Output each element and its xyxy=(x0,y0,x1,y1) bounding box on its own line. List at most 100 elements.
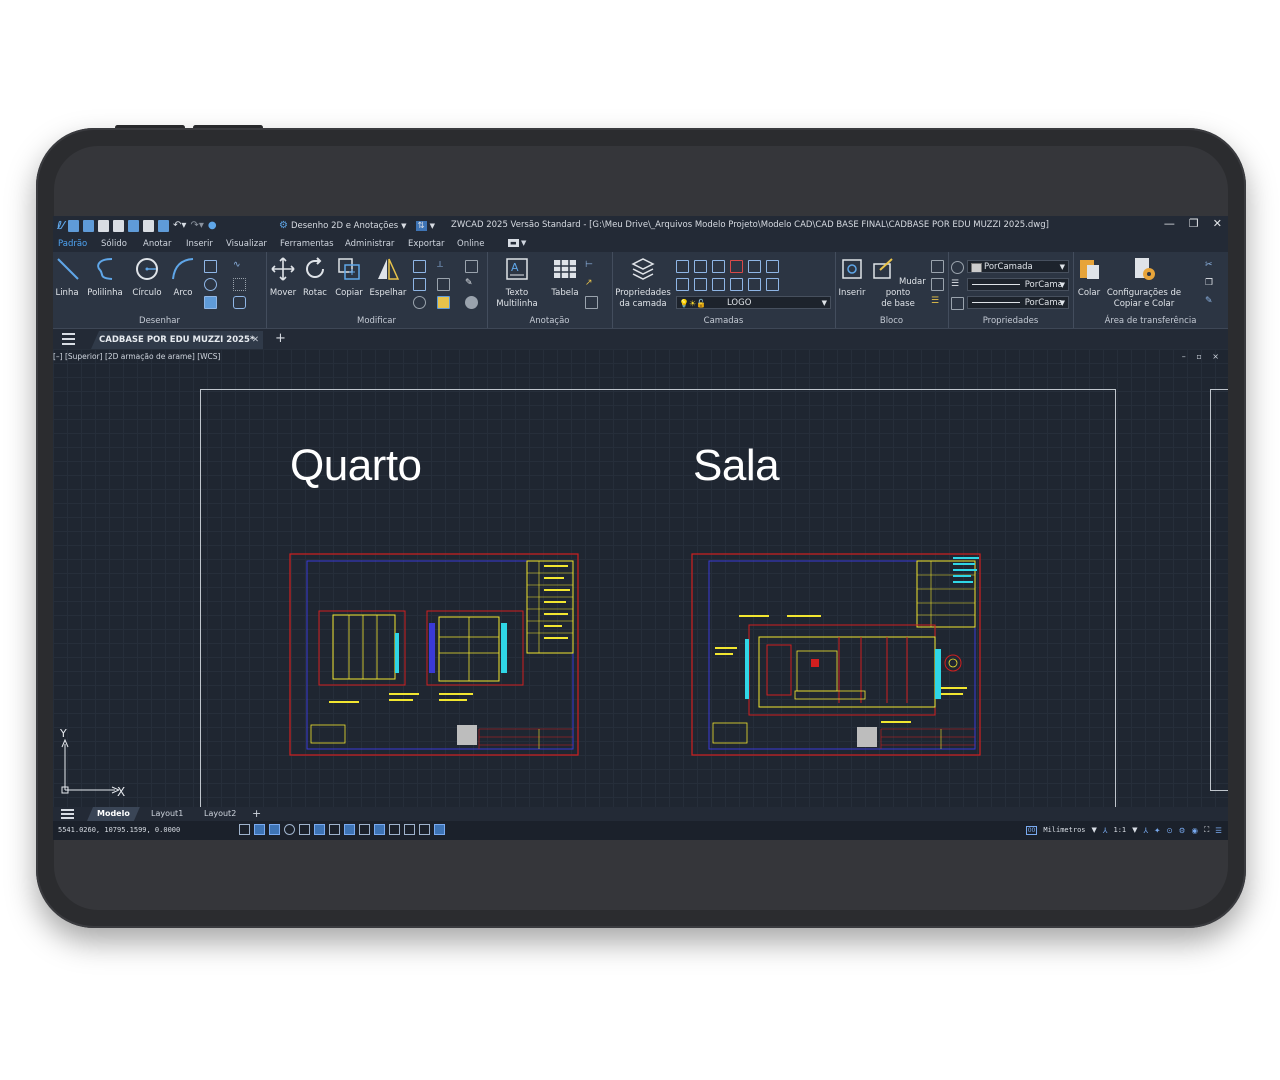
markup-icon[interactable] xyxy=(585,296,598,309)
plot-preview-icon[interactable] xyxy=(158,219,170,232)
region-icon[interactable] xyxy=(233,296,246,309)
rectangle-icon[interactable] xyxy=(204,260,217,273)
layer-tool-icon[interactable] xyxy=(694,278,707,291)
customize-toolbar-icon[interactable]: ▼ xyxy=(430,222,435,230)
cut-icon[interactable]: ✂ xyxy=(1205,260,1216,271)
units-icon[interactable]: 00 xyxy=(1025,825,1038,835)
publish-icon[interactable] xyxy=(128,219,140,232)
offset-icon[interactable] xyxy=(413,296,426,309)
paste-tool[interactable]: Colar xyxy=(1075,256,1103,299)
ribbon-options-icon[interactable]: ▬ xyxy=(508,239,519,247)
snap-toggle-icon[interactable] xyxy=(254,824,265,835)
gear-icon[interactable]: ⚙ xyxy=(1179,826,1186,835)
scale-icon[interactable] xyxy=(413,278,426,291)
isolate-icon[interactable]: ◉ xyxy=(1191,826,1198,835)
workspace-icon[interactable]: ✦ xyxy=(1154,826,1160,835)
fillet-icon[interactable] xyxy=(437,278,450,291)
change-base-point-tool[interactable]: Mudar ponto de base xyxy=(869,256,927,310)
units-selector[interactable]: Milímetros xyxy=(1043,826,1085,834)
tab-online[interactable]: Online xyxy=(457,239,484,249)
table-tool[interactable]: Tabela xyxy=(549,256,581,299)
menu-icon[interactable] xyxy=(61,809,74,819)
color-dropdown[interactable]: PorCamada ▼ xyxy=(967,260,1069,273)
trim-icon[interactable]: ⟂ xyxy=(437,260,448,271)
layer-tool-icon[interactable] xyxy=(730,260,743,273)
workspace-selector[interactable]: ⚙ Desenho 2D e Anotações ▼ ⇅ ▼ xyxy=(279,220,435,231)
add-layout-button[interactable]: + xyxy=(252,807,261,820)
chevron-down-icon[interactable]: ▼ xyxy=(1132,826,1137,834)
tab-visualizar[interactable]: Visualizar xyxy=(226,239,267,249)
quick-properties-icon[interactable] xyxy=(389,824,400,835)
circle-tool[interactable]: Círculo xyxy=(131,256,163,299)
viewport-controls[interactable]: – ▫ × xyxy=(1182,352,1223,361)
new-tab-button[interactable]: + xyxy=(275,331,286,346)
tab-inserir[interactable]: Inserir xyxy=(186,239,213,249)
explode-icon[interactable] xyxy=(465,296,478,309)
dynamic-input-icon[interactable] xyxy=(344,824,355,835)
lineweight-dropdown[interactable]: PorCama ▼ xyxy=(967,296,1069,309)
tab-solido[interactable]: Sólido xyxy=(101,239,127,249)
globe-icon[interactable]: ● xyxy=(208,220,217,231)
match-icon[interactable]: ✎ xyxy=(1205,296,1216,307)
selection-cycling-icon[interactable] xyxy=(404,824,415,835)
move-tool[interactable]: Mover xyxy=(268,256,298,299)
layer-dropdown[interactable]: 💡☀🔓 LOGO ▼ xyxy=(676,296,831,309)
tab-anotar[interactable]: Anotar xyxy=(143,239,171,249)
copy-tool[interactable]: Copiar xyxy=(334,256,364,299)
close-icon[interactable]: ✕ xyxy=(252,331,259,349)
sala-drawing-sheet[interactable] xyxy=(691,553,983,757)
drawing-viewport[interactable]: [–] [Superior] [2D armação de arame] [WC… xyxy=(53,349,1228,816)
layer-tool-icon[interactable] xyxy=(730,278,743,291)
attribute-list-icon[interactable]: ☰ xyxy=(931,296,942,307)
dynamic-ucs-icon[interactable] xyxy=(329,824,340,835)
tab-layout1[interactable]: Layout1 xyxy=(151,809,183,818)
annotation-scale[interactable]: 1:1 xyxy=(1114,826,1127,834)
close-button[interactable]: ✕ xyxy=(1213,217,1222,230)
insert-block-tool[interactable]: Inserir xyxy=(837,256,867,299)
layer-tool-icon[interactable] xyxy=(712,260,725,273)
print-icon[interactable] xyxy=(143,219,155,232)
point-icon[interactable] xyxy=(233,278,246,291)
model-space-icon[interactable] xyxy=(434,824,445,835)
document-tab[interactable]: CADBASE POR EDU MUZZI 2025* ✕ xyxy=(91,331,263,349)
linetype-dropdown[interactable]: PorCama ▼ xyxy=(967,278,1069,291)
undo-icon[interactable]: ↶▾ xyxy=(173,220,186,231)
block-editor-icon[interactable] xyxy=(931,260,944,273)
tab-padrao[interactable]: Padrão xyxy=(58,239,87,249)
ellipse-icon[interactable] xyxy=(204,278,217,291)
mirror-tool[interactable]: Espelhar xyxy=(369,256,407,299)
layer-tool-icon[interactable] xyxy=(748,260,761,273)
tab-ferramentas[interactable]: Ferramentas xyxy=(280,239,334,249)
tab-modelo[interactable]: Modelo xyxy=(87,807,140,821)
leader-icon[interactable]: ↗ xyxy=(585,278,596,289)
array-icon[interactable] xyxy=(437,296,450,309)
fullscreen-icon[interactable]: ⛶ xyxy=(1204,825,1209,835)
stretch-icon[interactable] xyxy=(413,260,426,273)
save-as-icon[interactable] xyxy=(113,219,125,232)
layer-tool-icon[interactable] xyxy=(766,260,779,273)
annotation-visibility-icon[interactable]: ⅄ xyxy=(1144,826,1149,835)
erase-icon[interactable]: ✎ xyxy=(465,278,476,289)
ortho-toggle-icon[interactable] xyxy=(269,824,280,835)
tab-administrar[interactable]: Administrar xyxy=(345,239,394,249)
customize-menu-icon[interactable]: ☰ xyxy=(1215,826,1222,835)
grid-toggle-icon[interactable] xyxy=(239,824,250,835)
app-logo-icon[interactable]: ℓ⁄ xyxy=(57,219,64,232)
polar-toggle-icon[interactable] xyxy=(284,824,295,835)
hatch-icon[interactable] xyxy=(204,296,217,309)
panel-title-propriedades[interactable]: Propriedades xyxy=(948,316,1073,326)
panel-title-desenhar[interactable]: Desenhar xyxy=(53,316,266,326)
menu-icon[interactable] xyxy=(62,333,75,345)
osnap-toggle-icon[interactable] xyxy=(299,824,310,835)
transparency-toggle-icon[interactable] xyxy=(374,824,385,835)
viewport-label[interactable]: [–] [Superior] [2D armação de arame] [WC… xyxy=(53,352,220,361)
save-icon[interactable] xyxy=(98,219,110,232)
annotation-monitor-icon[interactable] xyxy=(419,824,430,835)
tab-layout2[interactable]: Layout2 xyxy=(204,809,236,818)
open-file-icon[interactable] xyxy=(83,219,95,232)
panel-title-bloco[interactable]: Bloco xyxy=(835,316,948,326)
match-properties-icon[interactable] xyxy=(951,261,964,274)
copy-clip-icon[interactable]: ❐ xyxy=(1205,278,1216,289)
multiline-text-tool[interactable]: A Texto Multilinha xyxy=(493,256,541,310)
otrack-toggle-icon[interactable] xyxy=(314,824,325,835)
